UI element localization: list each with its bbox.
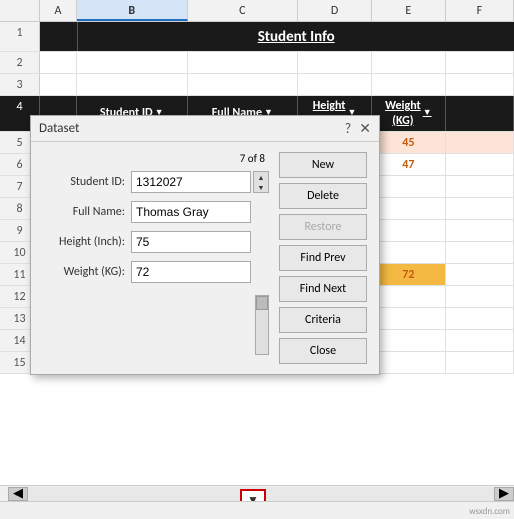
cell-15e [372, 352, 446, 373]
dialog-close-icon[interactable]: ✕ [359, 120, 371, 137]
cell-8e [372, 198, 446, 219]
height-label: Height (Inch): [41, 235, 131, 249]
status-bar: wsxdn.com [0, 501, 514, 519]
cell-13f [446, 308, 514, 329]
full-name-input[interactable] [131, 201, 251, 223]
col-header-e: E [372, 0, 446, 21]
height-input[interactable] [131, 231, 251, 253]
record-info: 7 of 8 [41, 152, 269, 165]
close-button[interactable]: Close [279, 338, 367, 364]
dialog-title-icons: ? ✕ [345, 120, 371, 137]
cell-4f [446, 96, 514, 131]
cell-12e [372, 286, 446, 307]
spreadsheet-row-3: 3 [0, 74, 514, 96]
col-header-c: C [188, 0, 299, 21]
dataset-dialog: Dataset ? ✕ 7 of 8 Student ID: ▲ ▼ [30, 115, 380, 375]
cell-10e [372, 242, 446, 263]
find-next-button[interactable]: Find Next [279, 276, 367, 302]
col-weight-header: Weight(KG)▼ [372, 96, 446, 131]
form-row-full-name: Full Name: [41, 201, 269, 223]
new-button[interactable]: New [279, 152, 367, 178]
form-row-weight: Weight (KG): [41, 261, 269, 283]
spreadsheet-row-1: 1 Student Info [0, 22, 514, 52]
cell-2e [372, 52, 446, 73]
cell-15f [446, 352, 514, 373]
cell-6e: 47 [372, 154, 446, 175]
dialog-buttons: New Delete Restore Find Prev Find Next C… [279, 152, 369, 364]
cell-6f [446, 154, 514, 175]
spinner-up-icon[interactable]: ▲ [254, 172, 268, 182]
cell-3d [298, 74, 372, 95]
cell-7f [446, 176, 514, 197]
cell-13e [372, 308, 446, 329]
student-id-spinner[interactable]: ▲ ▼ [253, 171, 269, 193]
cell-14f [446, 330, 514, 351]
cell-11e: 72 [372, 264, 446, 285]
row-num-3: 3 [0, 74, 40, 95]
cell-11f [446, 264, 514, 285]
full-name-label: Full Name: [41, 205, 131, 219]
watermark: wsxdn.com [469, 506, 510, 517]
cell-3f [446, 74, 514, 95]
height-input-wrap [131, 231, 269, 253]
weight-input-wrap [131, 261, 269, 283]
cell-9f [446, 220, 514, 241]
spreadsheet-row-2: 2 [0, 52, 514, 74]
dialog-body: 7 of 8 Student ID: ▲ ▼ Full Name: [31, 142, 379, 374]
row-num-2: 2 [0, 52, 40, 73]
cell-2b [77, 52, 188, 73]
cell-3a [40, 74, 77, 95]
cell-2c [188, 52, 299, 73]
full-name-input-wrap [131, 201, 269, 223]
dialog-title: Dataset [39, 121, 79, 136]
scroll-right-btn[interactable]: ▶ [494, 487, 514, 501]
col-header-a: A [40, 0, 77, 21]
cell-5f [446, 132, 514, 153]
spinner-down-icon[interactable]: ▼ [254, 182, 268, 192]
cell-8f [446, 198, 514, 219]
weight-label: Weight (KG): [41, 265, 131, 279]
form-scrollbar[interactable] [255, 295, 269, 355]
col-header-f: F [446, 0, 514, 21]
student-id-input-wrap: ▲ ▼ [131, 171, 269, 193]
cell-7e [372, 176, 446, 197]
dialog-help-icon[interactable]: ? [345, 120, 352, 137]
dialog-titlebar: Dataset ? ✕ [31, 116, 379, 142]
find-prev-button[interactable]: Find Prev [279, 245, 367, 271]
col-header-d: D [298, 0, 372, 21]
criteria-button[interactable]: Criteria [279, 307, 367, 333]
cell-9e [372, 220, 446, 241]
scrollbar-thumb[interactable] [256, 296, 268, 310]
student-id-input[interactable] [131, 171, 251, 193]
cell-10f [446, 242, 514, 263]
cell-2d [298, 52, 372, 73]
cell-3b [77, 74, 188, 95]
row-num-1: 1 [0, 22, 40, 51]
cell-3c [188, 74, 299, 95]
cell-1a [40, 22, 78, 51]
cell-14e [372, 330, 446, 351]
weight-input[interactable] [131, 261, 251, 283]
cell-12f [446, 286, 514, 307]
form-row-height: Height (Inch): [41, 231, 269, 253]
column-header-row: A B C D E F [0, 0, 514, 22]
dialog-form: 7 of 8 Student ID: ▲ ▼ Full Name: [41, 152, 269, 364]
restore-button[interactable]: Restore [279, 214, 367, 240]
cell-5e: 45 [372, 132, 446, 153]
col-header-b: B [77, 0, 188, 21]
scroll-left-btn[interactable]: ◀ [8, 487, 28, 501]
form-row-student-id: Student ID: ▲ ▼ [41, 171, 269, 193]
student-id-label: Student ID: [41, 175, 131, 189]
spreadsheet-title: Student Info [78, 22, 514, 51]
row-num-header [0, 0, 40, 21]
cell-3e [372, 74, 446, 95]
cell-2f [446, 52, 514, 73]
cell-2a [40, 52, 77, 73]
delete-button[interactable]: Delete [279, 183, 367, 209]
